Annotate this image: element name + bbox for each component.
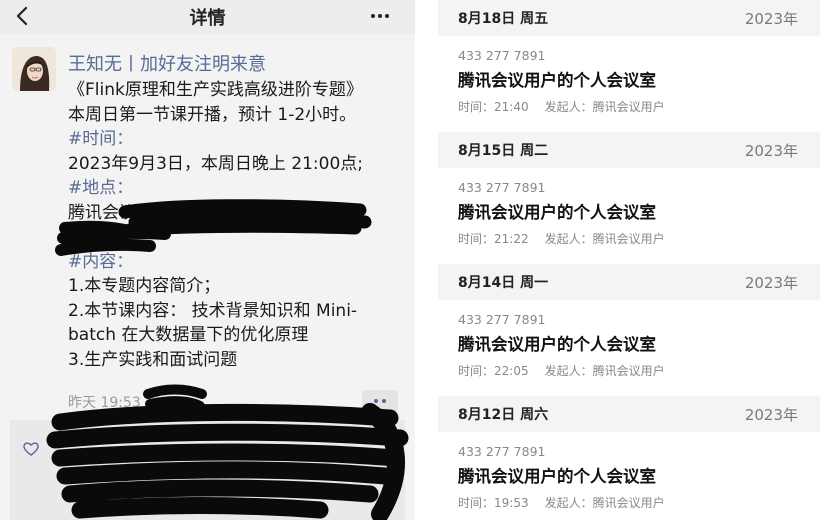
meeting-meta: 时间：21:22 发起人：腾讯会议用户 bbox=[458, 230, 665, 247]
meeting-id: 433 277 7891 bbox=[458, 312, 546, 327]
section-date: 8月14日 周一 bbox=[458, 275, 549, 291]
meeting-host: 发起人：腾讯会议用户 bbox=[544, 232, 665, 246]
meeting-title: 腾讯会议用户的个人会议室 bbox=[458, 71, 656, 90]
post-text-line: 2.本节课内容： 技术背景知识和 Mini- bbox=[68, 300, 358, 321]
post-hashtag-line[interactable]: #地点： bbox=[68, 176, 408, 201]
meeting-time: 时间：22:05 bbox=[458, 364, 529, 378]
meeting-time: 时间：21:40 bbox=[458, 100, 529, 114]
redaction-scribble-comments bbox=[46, 403, 409, 520]
page-title: 详情 bbox=[189, 8, 226, 29]
meeting-id: 433 277 7891 bbox=[458, 180, 546, 195]
post-text-line: batch 在大数据量下的优化原理 bbox=[68, 325, 309, 345]
meeting-meta: 时间：22:05 发起人：腾讯会议用户 bbox=[458, 362, 665, 379]
post-text-line: 1.本专题内容简介； bbox=[68, 276, 221, 296]
section-year: 2023年 bbox=[744, 9, 798, 28]
post-text-line: 《Flink原理和生产实践高级进阶专题》 bbox=[68, 80, 363, 100]
meeting-meta: 时间：19:53 发起人：腾讯会议用户 bbox=[458, 494, 665, 511]
meeting-meta: 时间：21:40 发起人：腾讯会议用户 bbox=[458, 98, 665, 115]
post-text-line: 2023年9月3日，本周日晚上 21:00点; bbox=[68, 153, 364, 174]
avatar[interactable] bbox=[12, 47, 56, 91]
meeting-title: 腾讯会议用户的个人会议室 bbox=[458, 203, 656, 222]
nav-bar: 详情 bbox=[0, 0, 415, 34]
meeting-id: 433 277 7891 bbox=[458, 444, 546, 459]
meeting-id: 433 277 7891 bbox=[458, 48, 546, 63]
section-year: 2023年 bbox=[744, 405, 798, 424]
screenshot-composite: 详情 王知无丨加好友注明来意 《Flink原理和生产实践高级进阶专题》 本周日第一… bbox=[0, 0, 824, 520]
date-section-header: 8月18日 周五 2023年 bbox=[438, 0, 820, 36]
section-date: 8月18日 周五 bbox=[458, 11, 549, 27]
meeting-host: 发起人：腾讯会议用户 bbox=[544, 100, 665, 114]
date-section-header: 8月12日 周六 2023年 bbox=[438, 396, 820, 432]
post-text-line: 本周日第一节课开播，预计 1-2小时。 bbox=[68, 104, 357, 125]
meeting-title: 腾讯会议用户的个人会议室 bbox=[458, 335, 656, 354]
more-horizontal-icon[interactable] bbox=[371, 12, 393, 20]
meeting-list-item[interactable]: 433 277 7891 腾讯会议用户的个人会议室时间：19:53 发起人：腾讯会议… bbox=[438, 432, 820, 520]
section-date: 8月12日 周六 bbox=[458, 407, 549, 423]
moments-detail-panel: 详情 王知无丨加好友注明来意 《Flink原理和生产实践高级进阶专题》 本周日第一… bbox=[0, 0, 415, 520]
author-name[interactable]: 王知无丨加好友注明来意 bbox=[68, 50, 266, 76]
meeting-host: 发起人：腾讯会议用户 bbox=[544, 364, 665, 378]
meeting-history-list: 8月18日 周五 2023年 433 277 7891 腾讯会议用户的个人会议室 时间：… bbox=[438, 0, 820, 520]
meeting-title: 腾讯会议用户的个人会议室 bbox=[458, 467, 656, 486]
meeting-list-item[interactable]: 433 277 7891 腾讯会议用户的个人会议室时间：22:05 发起人：腾讯会议… bbox=[438, 300, 820, 396]
post-hashtag-line[interactable]: #时间： bbox=[68, 127, 408, 152]
section-year: 2023年 bbox=[744, 141, 798, 160]
section-date: 8月15日 周二 bbox=[458, 143, 549, 159]
post-text-line: 3.生产实践和面试问题 bbox=[68, 349, 238, 370]
meeting-host: 发起人：腾讯会议用户 bbox=[544, 496, 665, 510]
meeting-time: 时间：19:53 bbox=[458, 496, 529, 510]
meeting-list-item[interactable]: 433 277 7891 腾讯会议用户的个人会议室时间：21:22 发起人：腾讯会议… bbox=[438, 168, 820, 264]
heart-icon bbox=[23, 442, 39, 456]
date-section-header: 8月15日 周二 2023年 bbox=[438, 132, 820, 168]
meeting-time: 时间：21:22 bbox=[458, 232, 529, 246]
section-year: 2023年 bbox=[744, 273, 798, 292]
date-section-header: 8月14日 周一 2023年 bbox=[438, 264, 820, 300]
meeting-list-item[interactable]: 433 277 7891 腾讯会议用户的个人会议室时间：21:40 发起人：腾讯会议… bbox=[438, 36, 820, 132]
redaction-scribble-meeting-info bbox=[55, 199, 372, 256]
